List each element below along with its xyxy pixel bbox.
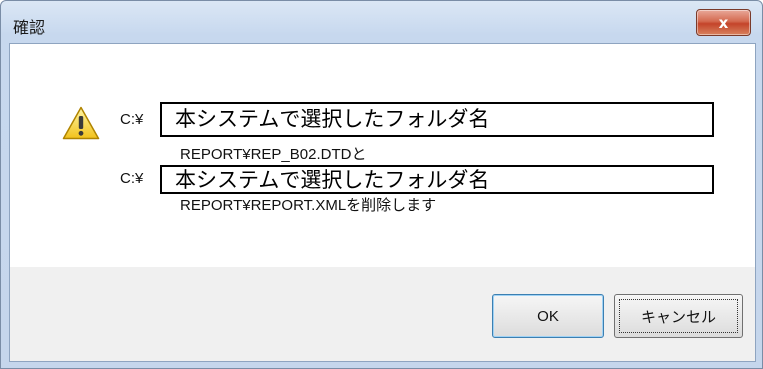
cancel-button-label: キャンセル (640, 308, 716, 326)
ok-button[interactable]: OK (492, 294, 604, 338)
focus-rectangle: キャンセル (619, 299, 738, 333)
dialog-window: 確認 x C:¥ 本システムで選択したフォルダ名 REPORT¥REP_B02.… (0, 0, 763, 369)
path-prefix-2: C:¥ (120, 170, 144, 187)
close-icon: x (718, 13, 729, 32)
folder-name-1: 本システムで選択したフォルダ名 (175, 107, 490, 131)
path-line-4: REPORT¥REPORT.XMLを削除します (180, 197, 437, 214)
path-prefix-1: C:¥ (120, 111, 144, 128)
folder-name-2: 本システムで選択したフォルダ名 (175, 168, 490, 192)
dialog-title: 確認 (13, 18, 46, 37)
close-button[interactable]: x (696, 9, 751, 36)
path-line-2: REPORT¥REP_B02.DTDと (180, 146, 367, 163)
cancel-button[interactable]: キャンセル (614, 294, 743, 338)
dialog-body: C:¥ 本システムで選択したフォルダ名 REPORT¥REP_B02.DTDと … (9, 43, 756, 362)
warning-icon (62, 106, 100, 144)
message-area: C:¥ 本システムで選択したフォルダ名 REPORT¥REP_B02.DTDと … (10, 44, 755, 267)
title-bar[interactable]: 確認 x (1, 1, 762, 45)
